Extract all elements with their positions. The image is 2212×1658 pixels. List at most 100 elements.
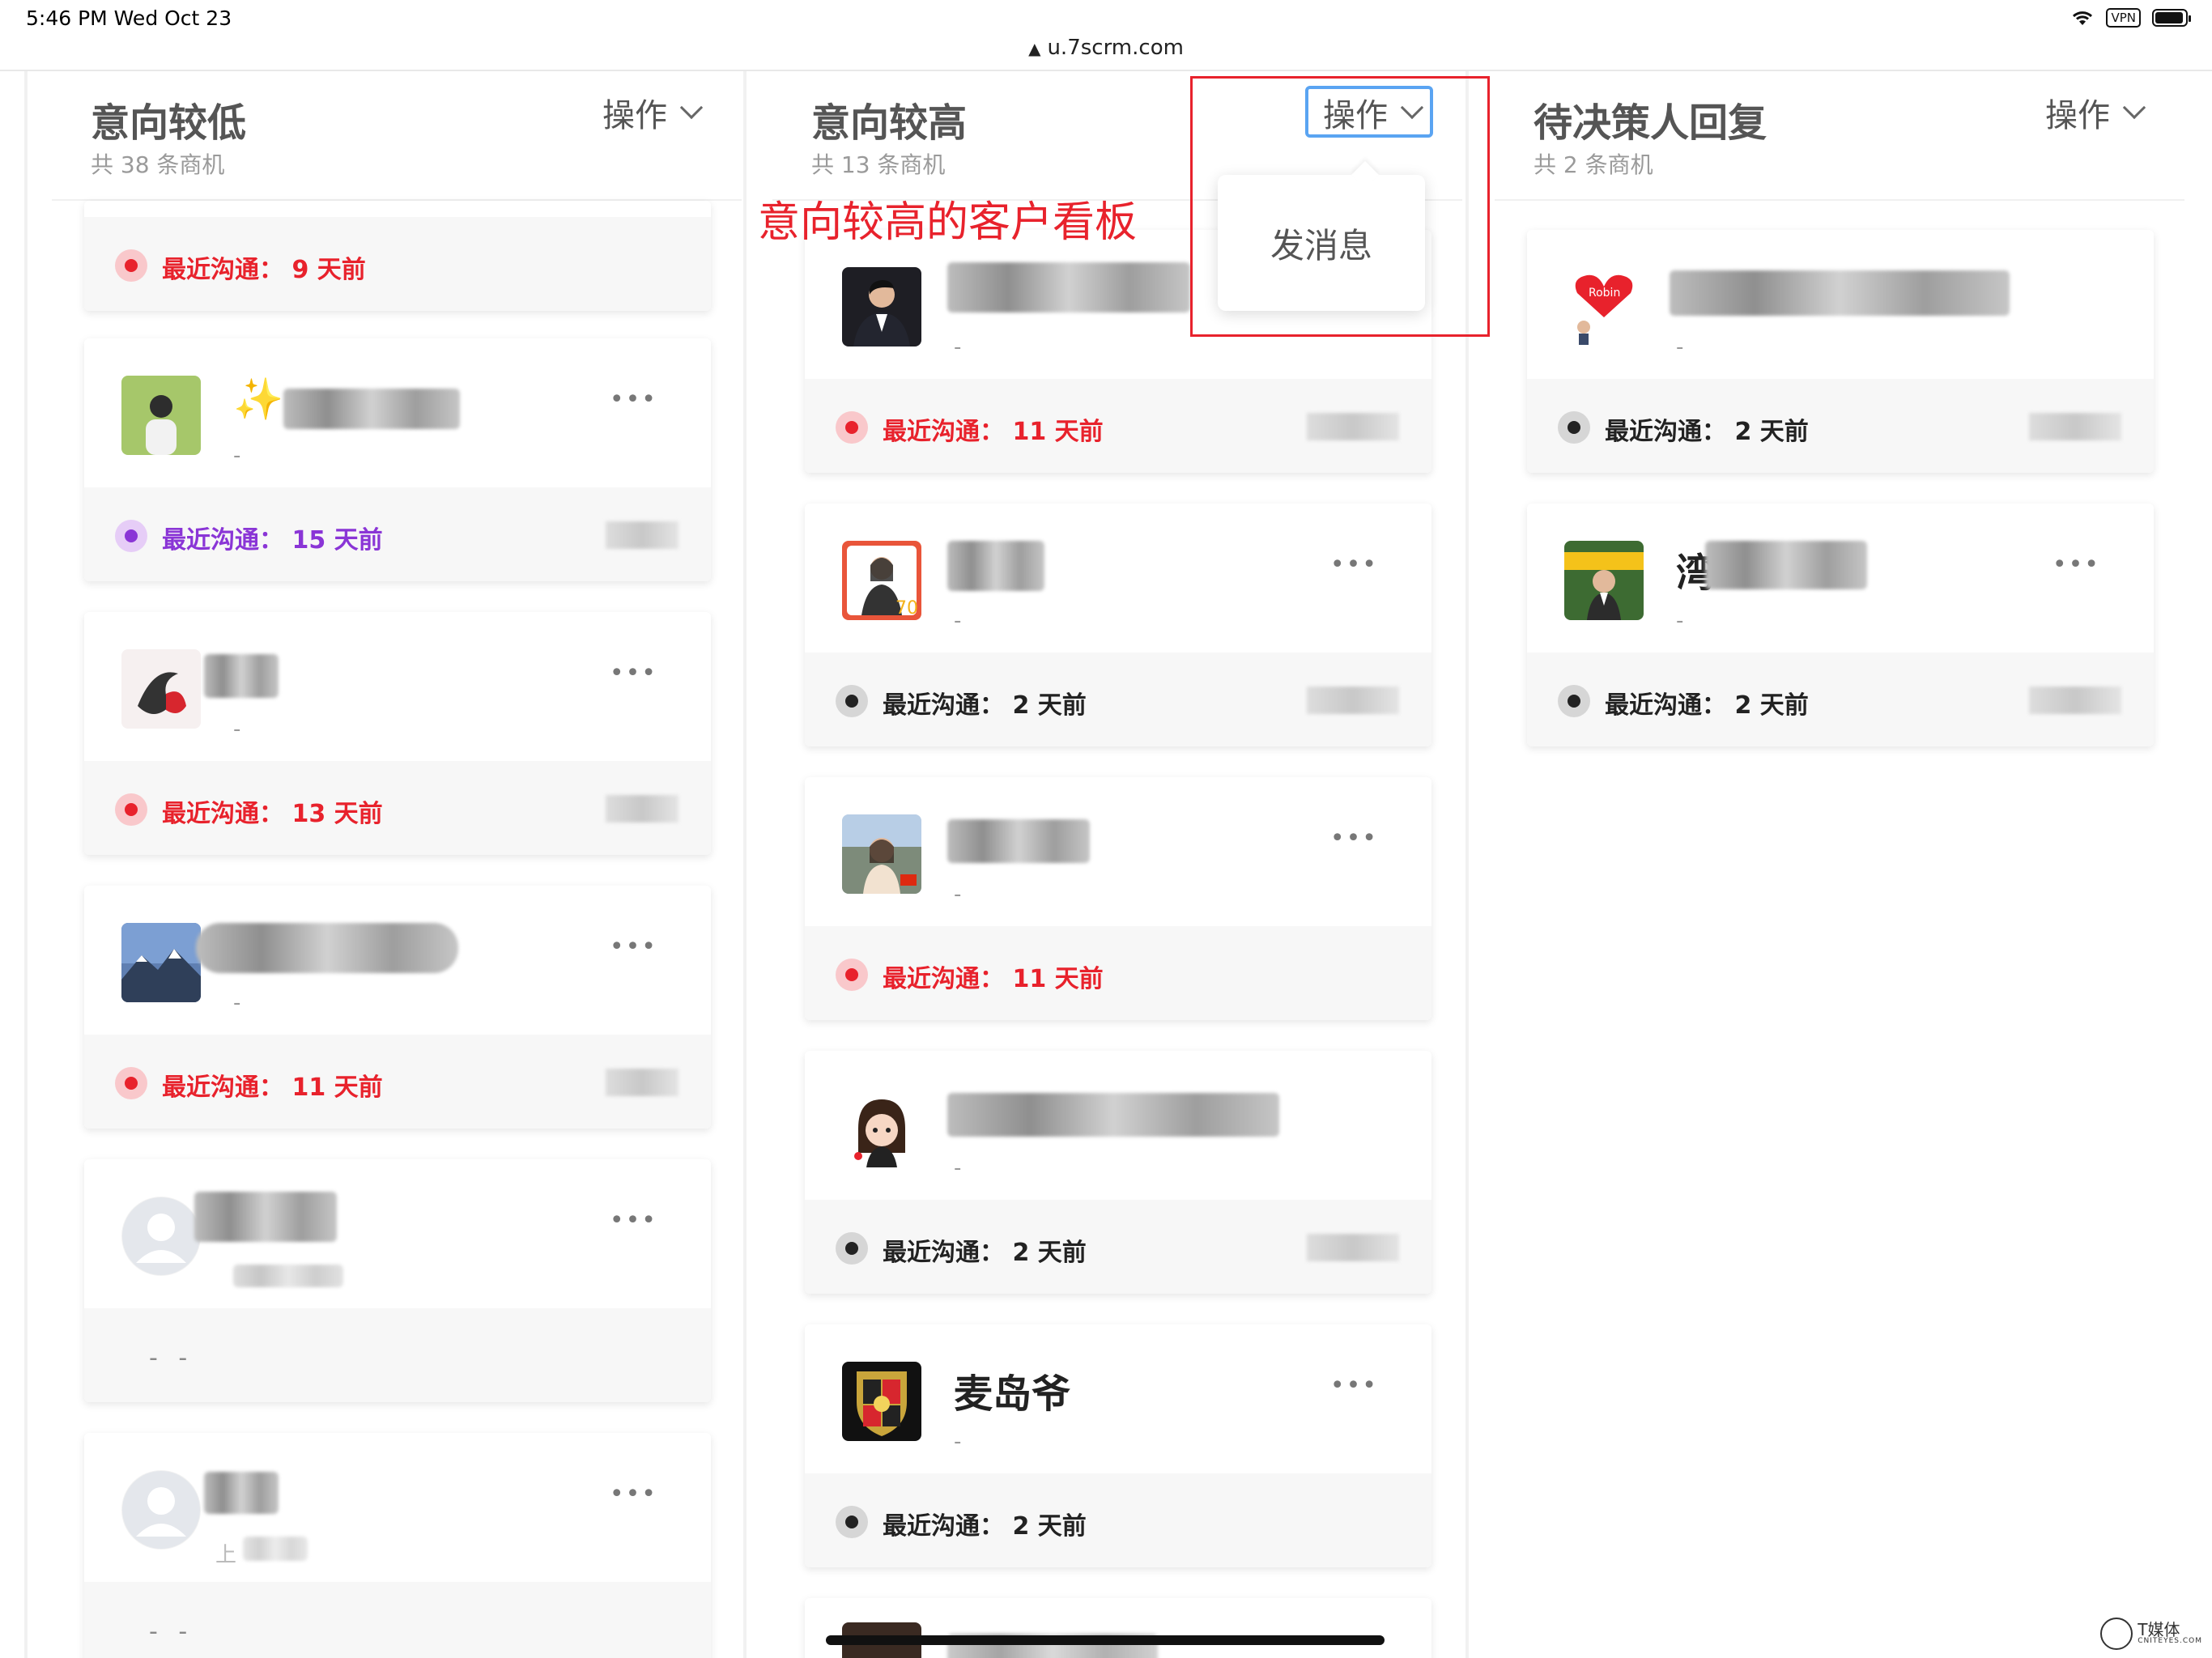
address-bar[interactable]: ▲ u.7scrm.com [0,36,2212,70]
opportunity-card[interactable]: - ••• 最近沟通： 13 天前 [84,612,711,855]
redacted-name [1705,541,1867,589]
redacted-owner [1307,687,1399,714]
last-contact-text: 最近沟通： 2 天前 [883,1239,1087,1267]
column-actions-button[interactable]: 操作 [2045,89,2146,136]
redacted-name [947,541,1044,591]
card-footer: 最近沟通： 2 天前 [1527,379,2154,473]
column-title: 意向较低 [91,100,247,146]
card-footer: - - [84,1582,711,1658]
opportunity-card[interactable]: Robin - 最近沟通： 2 天前 [1527,230,2154,473]
opportunity-card[interactable]: 最近沟通： 9 天前 [84,201,711,311]
avatar [842,1088,921,1167]
porsche-crest-avatar [842,1362,921,1441]
opportunity-card[interactable]: 上 ••• - - [84,1433,711,1658]
annotation-label: 意向较高的客户看板 [758,198,1138,247]
opportunity-card[interactable]: - ••• 最近沟通： 11 天前 [84,886,711,1129]
column-divider [24,71,28,1658]
watermark-name: T媒体 [2138,1620,2180,1639]
more-options-icon[interactable]: ••• [610,385,657,414]
svg-text:70: 70 [895,598,918,619]
opportunity-card[interactable]: - 最近沟通： 2 天前 [805,1051,1431,1294]
card-footer: - - [84,1308,711,1402]
contact-subtitle: - [1676,335,1684,359]
avatar [121,376,201,455]
redacted-name [204,654,279,698]
column-header: 待决策人回复 共 2 条商机 操作 [1495,71,2184,201]
redacted-subtitle [243,1537,308,1561]
actions-dropdown-menu: 发消息 [1218,175,1425,311]
more-options-icon[interactable]: ••• [610,659,657,687]
more-options-icon[interactable]: ••• [610,1480,657,1508]
board-column-low-intent: 意向较低 共 38 条商机 操作 最近沟通： 9 天前 ✨ - ••• 最近沟通… [52,71,742,1658]
svg-text:Robin: Robin [1589,287,1620,300]
last-contact-text: 最近沟通： 2 天前 [883,1512,1087,1541]
avatar: 70 [842,541,921,620]
redacted-owner [2029,413,2121,440]
more-options-icon[interactable]: ••• [1330,551,1378,579]
more-options-icon[interactable]: ••• [610,1206,657,1235]
redacted-name [204,1472,279,1514]
opportunity-card[interactable]: ••• - - [84,1159,711,1402]
no-contact-text: - - [149,1344,194,1372]
column-count: 共 38 条商机 [91,151,225,178]
status-dot-icon [836,959,868,991]
avatar [121,649,201,729]
column-title: 意向较高 [811,100,968,146]
avatar [1564,541,1644,620]
redacted-name [1670,270,2010,316]
avatar: Robin [1564,267,1644,346]
last-contact-text: 最近沟通： 11 天前 [883,418,1104,446]
status-dot-icon [836,1506,868,1538]
last-contact-text: 最近沟通： 9 天前 [162,256,366,284]
status-dot-icon [115,793,147,826]
contact-subtitle: - [954,882,962,907]
opportunity-card[interactable]: 麦岛爷 - ••• 最近沟通： 2 天前 [805,1324,1431,1567]
redacted-name [947,1093,1279,1137]
card-footer: 最近沟通： 2 天前 [805,1200,1431,1294]
redacted-owner [1307,413,1399,440]
status-dot-icon [836,685,868,717]
actions-button-focus-ring [1305,86,1433,138]
redacted-owner [2029,687,2121,714]
contact-subtitle: - [233,444,241,468]
redacted-owner [606,1069,678,1096]
more-options-icon[interactable]: ••• [1330,1371,1378,1400]
redacted-name [194,1192,337,1242]
redacted-name [947,262,1190,312]
status-bar: 5:46 PM Wed Oct 23 VPN [0,0,2212,39]
opportunity-card[interactable] [805,1598,1431,1658]
warning-icon: ▲ [1028,39,1041,58]
contact-subtitle: - [954,609,962,633]
opportunity-card[interactable]: - ••• 最近沟通： 11 天前 [805,777,1431,1020]
avatar [842,814,921,894]
status-dot-icon [1558,411,1590,444]
more-options-icon[interactable]: ••• [2052,551,2100,579]
contact-subtitle: - [954,1156,962,1180]
last-contact-text: 最近沟通： 2 天前 [1605,418,1809,446]
default-avatar-icon [121,1197,201,1276]
contact-subtitle: - [1676,609,1684,633]
send-message-menu-item[interactable]: 发消息 [1218,219,1425,268]
last-contact-text: 最近沟通： 2 天前 [1605,691,1809,720]
more-options-icon[interactable]: ••• [610,933,657,961]
column-header: 意向较低 共 38 条商机 操作 [52,71,742,201]
last-contact-text: 最近沟通： 11 天前 [883,965,1104,993]
opportunity-card[interactable]: 湾 - ••• 最近沟通： 2 天前 [1527,504,2154,746]
home-indicator[interactable] [826,1635,1385,1645]
opportunity-card[interactable]: ✨ - ••• 最近沟通： 15 天前 [84,338,711,581]
column-title: 待决策人回复 [1534,100,1767,146]
status-dot-icon [115,1067,147,1099]
watermark-logo: T媒体 CNITEYES.COM [2100,1618,2202,1650]
column-actions-button[interactable]: 操作 [602,89,704,136]
contact-name: 麦岛爷 [954,1371,1071,1417]
card-footer: 最近沟通： 9 天前 [84,217,711,311]
status-dot-icon [115,520,147,552]
opportunity-card[interactable]: 70 - ••• 最近沟通： 2 天前 [805,504,1431,746]
contact-subtitle: - [233,717,241,742]
more-options-icon[interactable]: ••• [1330,824,1378,852]
redacted-name [947,819,1090,863]
card-footer: 最近沟通： 2 天前 [1527,653,2154,746]
url-text: u.7scrm.com [1047,36,1184,60]
watermark-site: CNITEYES.COM [2138,1637,2202,1645]
column-actions-label: 操作 [2045,97,2110,134]
